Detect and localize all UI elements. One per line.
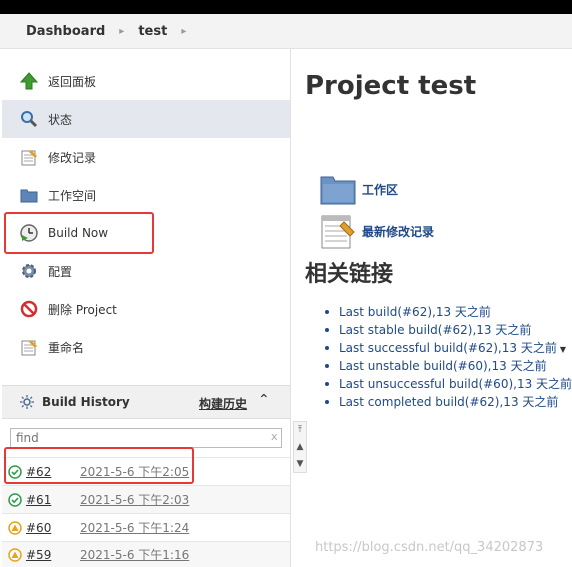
task-back-to-dashboard[interactable]: 返回面板: [2, 62, 290, 100]
search-icon: [18, 108, 40, 130]
build-history-title: Build History: [42, 395, 130, 409]
task-label: 重命名: [48, 340, 85, 355]
sun-icon: [20, 395, 34, 409]
permalink-item[interactable]: Last unstable build(#60),13 天之前: [322, 357, 572, 375]
clock-play-icon: [18, 222, 40, 244]
build-row[interactable]: #61 2021-5-6 下午2:03: [2, 485, 290, 513]
build-number-link[interactable]: #60: [26, 521, 76, 535]
up-arrow-icon: [18, 70, 40, 92]
workspace-link[interactable]: 工作区: [320, 173, 398, 205]
workspace-label[interactable]: 工作区: [362, 181, 398, 198]
permalink-item[interactable]: Last completed build(#62),13 天之前: [322, 393, 572, 411]
task-build-now[interactable]: Build Now: [2, 214, 290, 252]
permalinks-title: 相关链接: [305, 262, 394, 287]
build-number-link[interactable]: #59: [26, 548, 76, 562]
unstable-icon: [8, 547, 22, 562]
permalink-item[interactable]: Last unsuccessful build(#60),13 天之前: [322, 375, 572, 393]
permalink-item[interactable]: Last successful build(#62),13 天之前 ▼: [322, 339, 572, 357]
scroll-up-icon[interactable]: ▲: [297, 442, 304, 452]
success-icon: [8, 492, 22, 507]
folder-icon: [18, 184, 40, 206]
unstable-icon: [8, 520, 22, 535]
chevron-right-icon[interactable]: ▸: [119, 26, 124, 37]
breadcrumb-test[interactable]: test: [138, 24, 167, 39]
gear-icon: [18, 260, 40, 282]
watermark: https://blog.csdn.net/qq_34202873: [315, 540, 544, 555]
task-status[interactable]: 状态: [2, 100, 290, 138]
notepad-icon: [320, 212, 356, 250]
dropdown-caret-icon[interactable]: ▼: [560, 345, 566, 354]
recent-changes-link[interactable]: 最新修改记录: [320, 212, 434, 250]
task-label: 配置: [48, 264, 73, 279]
permalink-item[interactable]: Last build(#62),13 天之前: [322, 303, 572, 321]
task-label: 删除 Project: [48, 302, 117, 317]
build-history-header: Build History 构建历史 ⌃: [2, 385, 290, 419]
permalinks-list: Last build(#62),13 天之前 Last stable build…: [322, 303, 572, 411]
clear-search-icon[interactable]: x: [271, 430, 278, 443]
notepad-icon: [18, 336, 40, 358]
scroll-top-icon[interactable]: ⤒: [298, 425, 302, 435]
task-workspace[interactable]: 工作空间: [2, 176, 290, 214]
task-label: 工作空间: [48, 188, 97, 203]
task-rename[interactable]: 重命名: [2, 328, 290, 366]
task-delete-project[interactable]: 删除 Project: [2, 290, 290, 328]
permalink-item[interactable]: Last stable build(#62),13 天之前: [322, 321, 572, 339]
success-icon: [8, 464, 22, 479]
recent-changes-label[interactable]: 最新修改记录: [362, 223, 434, 240]
build-time-link[interactable]: 2021-5-6 下午1:16: [80, 546, 189, 563]
breadcrumb: Dashboard ▸ test ▸: [0, 14, 572, 49]
task-label: 修改记录: [48, 150, 97, 165]
task-label: 返回面板: [48, 74, 97, 89]
task-changes[interactable]: 修改记录: [2, 138, 290, 176]
build-row[interactable]: #59 2021-5-6 下午1:16: [2, 541, 290, 567]
build-number-link[interactable]: #61: [26, 493, 76, 507]
build-time-link[interactable]: 2021-5-6 下午1:24: [80, 519, 189, 536]
build-time-link[interactable]: 2021-5-6 下午2:05: [80, 463, 189, 480]
notepad-icon: [18, 146, 40, 168]
chevron-right-icon[interactable]: ▸: [181, 26, 186, 37]
build-search-input[interactable]: [10, 428, 282, 448]
page-title: Project test: [305, 71, 477, 101]
build-row[interactable]: #60 2021-5-6 下午1:24: [2, 513, 290, 541]
build-number-link[interactable]: #62: [26, 465, 76, 479]
chevron-up-icon[interactable]: ⌃: [258, 392, 270, 408]
breadcrumb-dashboard[interactable]: Dashboard: [26, 24, 105, 39]
folder-icon: [320, 173, 356, 205]
scroll-down-icon[interactable]: ▼: [297, 459, 304, 469]
top-bar: [0, 0, 572, 14]
task-label: 状态: [48, 112, 73, 127]
build-trend-link[interactable]: 构建历史: [199, 395, 247, 412]
no-entry-icon: [18, 298, 40, 320]
task-label: Build Now: [48, 226, 109, 240]
build-row[interactable]: #62 2021-5-6 下午2:05: [2, 457, 290, 485]
build-time-link[interactable]: 2021-5-6 下午2:03: [80, 491, 189, 508]
task-configure[interactable]: 配置: [2, 252, 290, 290]
history-scroll-controls: ⤒ ▲ ▼: [293, 421, 307, 473]
